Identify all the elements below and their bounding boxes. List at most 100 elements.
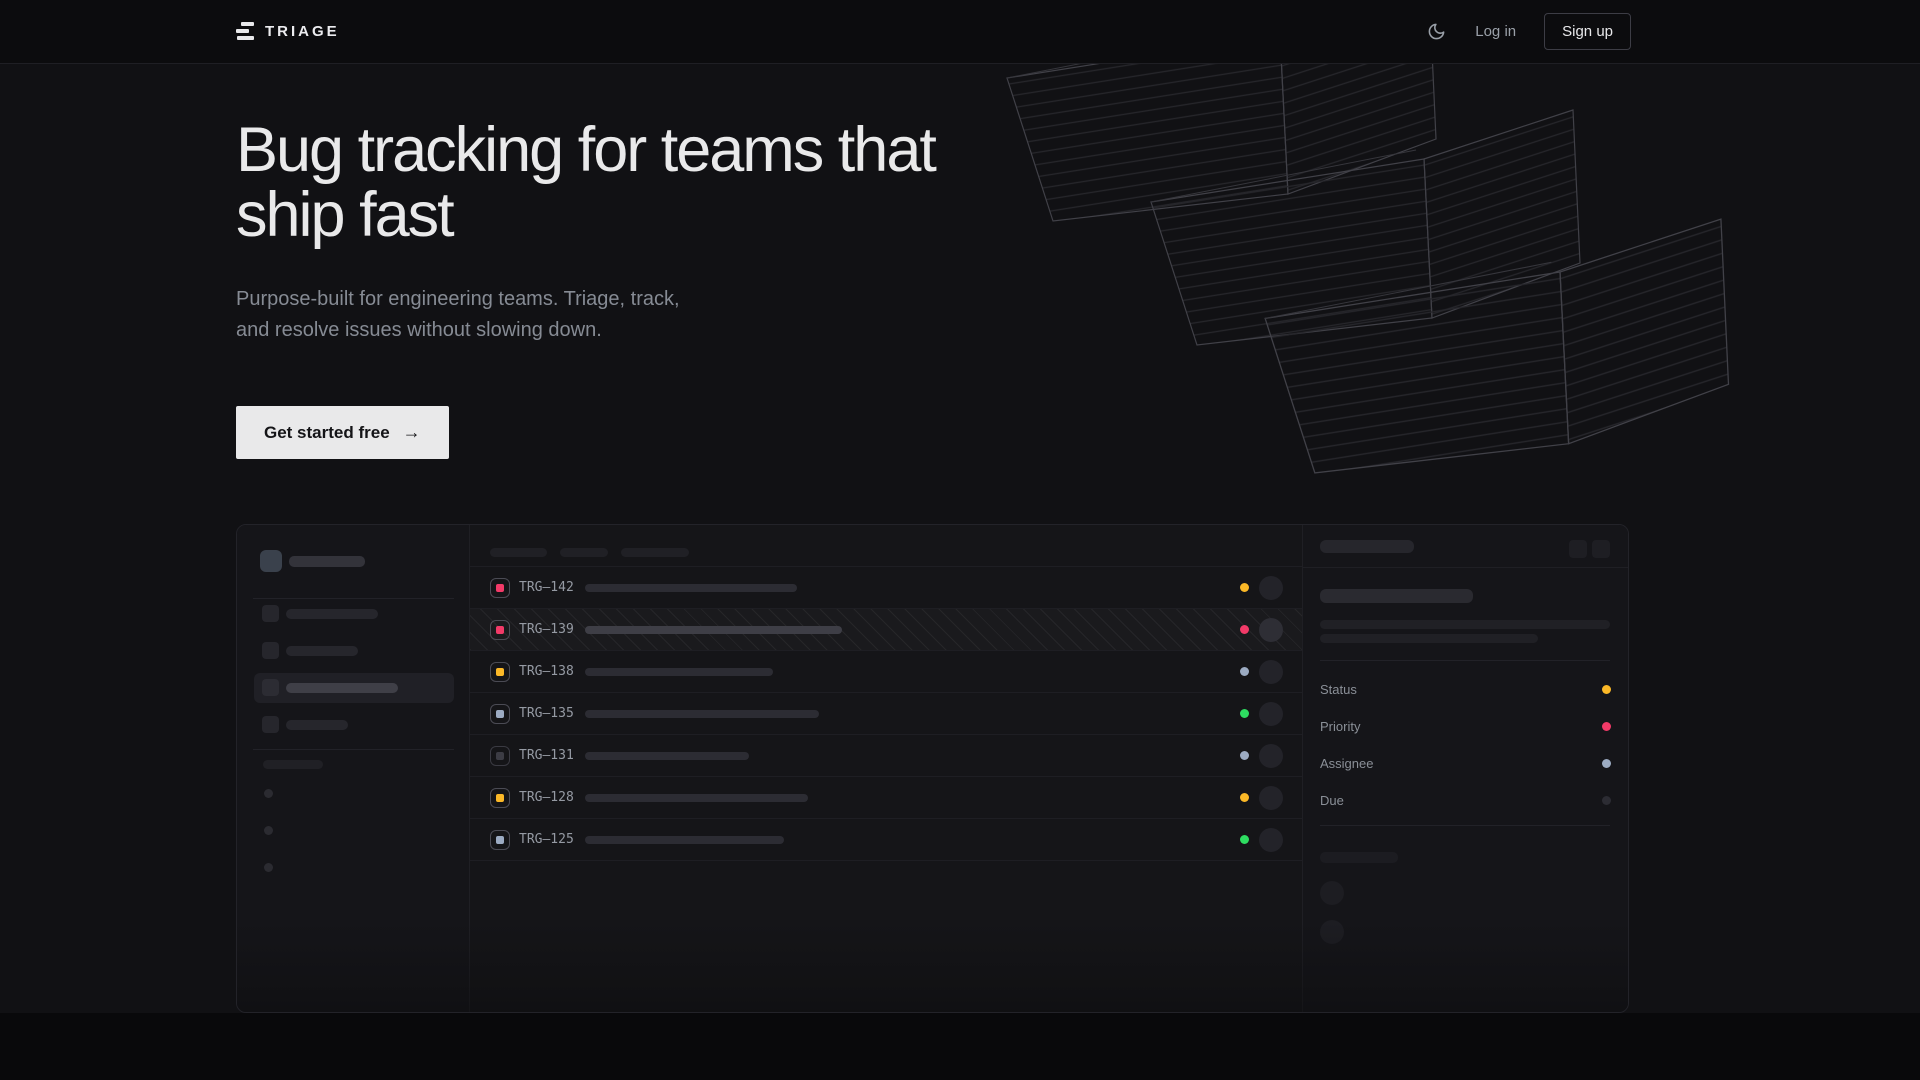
issue-detail-panel: Status Priority Assignee Due [1302, 525, 1628, 1012]
issue-row[interactable]: TRG–131 [470, 735, 1302, 777]
sidebar-nav-icon-skeleton [262, 679, 279, 696]
issue-title-skeleton [585, 752, 749, 760]
detail-divider [1303, 567, 1628, 568]
issue-row[interactable]: TRG–135 [470, 693, 1302, 735]
detail-action-skeleton[interactable] [1569, 540, 1587, 558]
sidebar-dot-skeleton [264, 789, 273, 798]
triage-bars-icon [236, 22, 254, 41]
sidebar-dot-skeleton [264, 826, 273, 835]
hero-subtitle: Purpose-built for engineering teams. Tri… [236, 284, 716, 346]
sidebar-nav-label-skeleton [286, 646, 358, 656]
signup-button[interactable]: Sign up [1544, 13, 1631, 50]
sidebar-dot-skeleton [264, 863, 273, 872]
detail-field-row: Due [1320, 790, 1611, 810]
issue-list: TRG–142 TRG–139 TRG–138 TRG–135 TRG–131 … [470, 525, 1302, 1012]
issue-list-header [470, 525, 1302, 567]
issue-id: TRG–125 [519, 832, 585, 847]
field-label: Status [1320, 682, 1357, 697]
issue-type-icon [490, 704, 510, 724]
issue-row[interactable]: TRG–138 [470, 651, 1302, 693]
issue-type-icon [490, 620, 510, 640]
issue-id: TRG–131 [519, 748, 585, 763]
detail-field-row: Status [1320, 679, 1611, 699]
issue-id: TRG–139 [519, 622, 585, 637]
field-value-dot [1602, 722, 1611, 731]
hero-title: Bug tracking for teams that ship fast [236, 118, 936, 248]
assignee-avatar [1259, 702, 1283, 726]
issue-id: TRG–142 [519, 580, 585, 595]
issue-row[interactable]: TRG–139 [470, 609, 1302, 651]
sidebar-nav-label-skeleton [286, 609, 378, 619]
issue-type-icon [490, 662, 510, 682]
issue-type-icon [490, 746, 510, 766]
issue-title-skeleton [585, 584, 797, 592]
avatar-skeleton [1320, 881, 1344, 905]
footer-band [0, 1013, 1920, 1080]
detail-text-skeleton [1320, 634, 1538, 643]
status-dot [1240, 667, 1249, 676]
sidebar-nav-icon-skeleton [262, 716, 279, 733]
sidebar-logo-skeleton [260, 550, 282, 572]
get-started-button[interactable]: Get started free → [236, 406, 449, 459]
login-link[interactable]: Log in [1475, 23, 1516, 40]
filter-pill-skeleton [560, 548, 608, 557]
assignee-avatar [1259, 786, 1283, 810]
theme-toggle-button[interactable] [1427, 22, 1447, 42]
assignee-avatar [1259, 744, 1283, 768]
field-value-dot [1602, 759, 1611, 768]
top-nav: TRIAGE Log in Sign up [0, 0, 1920, 64]
status-dot [1240, 793, 1249, 802]
detail-field-row: Priority [1320, 716, 1611, 736]
field-value-dot [1602, 685, 1611, 694]
assignee-avatar [1259, 576, 1283, 600]
field-label: Assignee [1320, 756, 1373, 771]
assignee-avatar [1259, 660, 1283, 684]
sidebar-nav-label-skeleton [286, 720, 348, 730]
filter-pill-skeleton [490, 548, 547, 557]
issue-title-skeleton [585, 710, 819, 718]
sidebar-nav-icon-skeleton [262, 605, 279, 622]
mockup-sidebar [237, 525, 470, 1012]
field-value-dot [1602, 796, 1611, 805]
cta-label: Get started free [264, 423, 390, 443]
detail-action-skeleton[interactable] [1592, 540, 1610, 558]
issue-type-icon [490, 830, 510, 850]
issue-row[interactable]: TRG–142 [470, 567, 1302, 609]
filter-pill-skeleton [621, 548, 689, 557]
issue-id: TRG–128 [519, 790, 585, 805]
assignee-avatar [1259, 828, 1283, 852]
field-label: Priority [1320, 719, 1360, 734]
status-dot [1240, 583, 1249, 592]
issue-row[interactable]: TRG–128 [470, 777, 1302, 819]
status-dot [1240, 751, 1249, 760]
brand-name: TRIAGE [265, 23, 340, 40]
issue-title-skeleton [585, 836, 784, 844]
issue-type-icon [490, 578, 510, 598]
issue-id: TRG–135 [519, 706, 585, 721]
issue-title-skeleton [585, 668, 773, 676]
field-label: Due [1320, 793, 1344, 808]
avatar-skeleton [1320, 920, 1344, 944]
app-mockup-card: TRG–142 TRG–139 TRG–138 TRG–135 TRG–131 … [236, 524, 1629, 1013]
sidebar-divider [253, 749, 454, 750]
arrow-right-icon: → [403, 422, 421, 443]
detail-title-skeleton [1320, 589, 1473, 603]
detail-divider [1320, 660, 1610, 661]
issue-rows: TRG–142 TRG–139 TRG–138 TRG–135 TRG–131 … [470, 567, 1302, 861]
issue-id: TRG–138 [519, 664, 585, 679]
sidebar-section-skeleton [263, 760, 323, 769]
issue-title-skeleton [585, 794, 808, 802]
status-dot [1240, 709, 1249, 718]
brand-logo[interactable]: TRIAGE [236, 22, 340, 41]
detail-text-skeleton [1320, 620, 1610, 629]
moon-icon [1427, 22, 1446, 41]
sidebar-active-label-skeleton [286, 683, 398, 693]
detail-footer-skeleton [1320, 852, 1398, 863]
issue-row[interactable]: TRG–125 [470, 819, 1302, 861]
status-dot [1240, 625, 1249, 634]
hero-section: Bug tracking for teams that ship fast Pu… [0, 64, 1920, 459]
detail-field-row: Assignee [1320, 753, 1611, 773]
issue-type-icon [490, 788, 510, 808]
detail-header-skeleton [1320, 540, 1414, 553]
assignee-avatar [1259, 618, 1283, 642]
